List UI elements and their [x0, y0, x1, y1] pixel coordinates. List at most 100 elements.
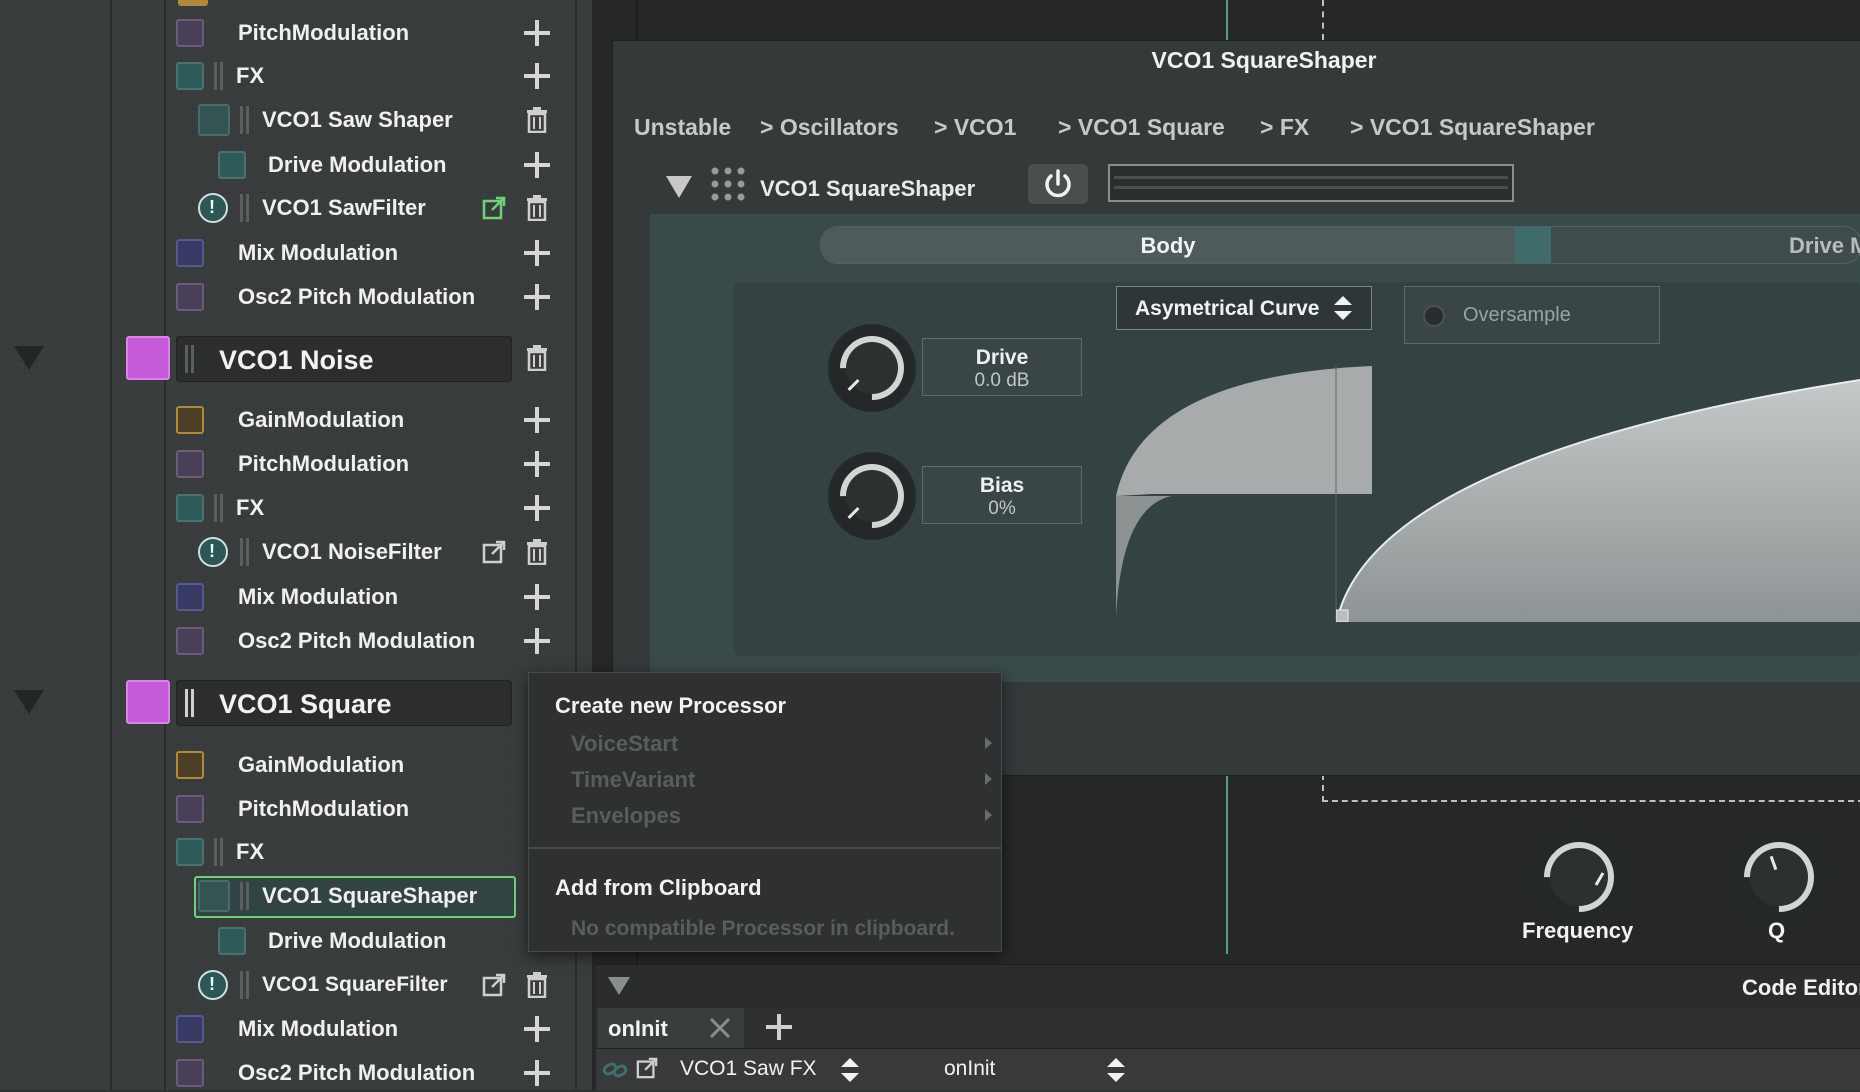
- trash-icon[interactable]: [526, 107, 548, 133]
- tree-row-vco1-squarefilter[interactable]: VCO1 SquareFilter: [198, 966, 448, 1004]
- breadcrumb-item[interactable]: > VCO1 SquareShaper: [1350, 114, 1595, 141]
- tree-row-vco1-noise[interactable]: VCO1 Noise: [176, 336, 512, 382]
- add-icon[interactable]: [522, 493, 552, 523]
- breadcrumb-item[interactable]: > VCO1 Square: [1058, 114, 1225, 141]
- collapse-arrow-icon[interactable]: [666, 176, 692, 198]
- tree-row-label: Mix Modulation: [238, 584, 399, 609]
- tree-row-vco1-square[interactable]: VCO1 Square: [176, 680, 512, 726]
- trash-icon[interactable]: [526, 195, 548, 221]
- add-icon[interactable]: [522, 405, 552, 435]
- tree-row-osc2-pitch-modulation[interactable]: Osc2 Pitch Modulation: [176, 278, 475, 316]
- drag-handle-icon[interactable]: [240, 106, 250, 134]
- tree-row-fx[interactable]: FX: [176, 57, 264, 95]
- menu-item-add-from-clipboard[interactable]: Add from Clipboard: [555, 875, 762, 901]
- tree-row-label: FX: [236, 839, 265, 864]
- curve-preview-large: [1336, 379, 1860, 622]
- drive-value-box[interactable]: Drive 0.0 dB: [922, 338, 1082, 396]
- tree-row-label: VCO1 SquareShaper: [262, 883, 478, 908]
- tree-row-pitch-modulation[interactable]: PitchModulation: [176, 445, 409, 483]
- drag-handle-icon[interactable]: [185, 689, 195, 717]
- trash-icon[interactable]: [526, 972, 548, 998]
- tree-row-vco1-saw-shaper[interactable]: VCO1 Saw Shaper: [198, 101, 453, 139]
- add-icon[interactable]: [522, 282, 552, 312]
- tab-drive-modulation[interactable]: Drive Mc: [1551, 227, 1860, 263]
- tree-row-vco1-squareshaper[interactable]: VCO1 SquareShaper: [198, 877, 477, 915]
- tree-row-drive-modulation[interactable]: Drive Modulation: [218, 922, 446, 960]
- drag-handle-icon[interactable]: [240, 538, 250, 566]
- tree-row-gain-modulation[interactable]: GainModulation: [176, 401, 404, 439]
- close-icon[interactable]: [708, 1016, 732, 1040]
- tree-row-mix-modulation[interactable]: Mix Modulation: [176, 1010, 398, 1048]
- breadcrumb-item[interactable]: Unstable: [634, 114, 731, 141]
- breadcrumb-item[interactable]: > Oscillators: [760, 114, 899, 141]
- menu-item-timevariant[interactable]: TimeVariant: [571, 767, 695, 793]
- tree-row-mix-modulation[interactable]: Mix Modulation: [176, 234, 398, 272]
- drive-knob[interactable]: [826, 322, 918, 414]
- code-tab-oninit[interactable]: onInit: [598, 1008, 744, 1048]
- code-editor: Code Editor onInit VCO1 Saw FX onInit: [596, 964, 1860, 1091]
- collapse-arrow-icon[interactable]: [14, 690, 44, 714]
- drag-handle-icon[interactable]: [240, 971, 250, 999]
- gain-modulation-icon: [176, 751, 204, 779]
- add-icon[interactable]: [522, 61, 552, 91]
- add-icon[interactable]: [522, 449, 552, 479]
- callback-select-value: onInit: [944, 1057, 996, 1080]
- add-icon[interactable]: [522, 18, 552, 48]
- drag-handle-icon[interactable]: [185, 345, 195, 373]
- menu-item-envelopes[interactable]: Envelopes: [571, 803, 681, 829]
- drag-handle-icon[interactable]: [214, 494, 224, 522]
- add-tab-icon[interactable]: [766, 1014, 792, 1040]
- dashed-border: [1322, 774, 1860, 802]
- tree-row-vco1-sawfilter[interactable]: VCO1 SawFilter: [198, 189, 426, 227]
- callback-select[interactable]: onInit: [936, 1049, 1136, 1091]
- popout-icon[interactable]: [482, 973, 506, 997]
- popout-icon[interactable]: [482, 540, 506, 564]
- curve-preview-small: [1116, 366, 1372, 622]
- oversample-toggle[interactable]: Oversample: [1404, 286, 1660, 344]
- tree-row-pitch-modulation[interactable]: PitchModulation: [176, 14, 409, 52]
- tree-row-mix-modulation[interactable]: Mix Modulation: [176, 578, 398, 616]
- tree-row-fx[interactable]: FX: [176, 833, 264, 871]
- curve-type-select[interactable]: Asymetrical Curve: [1116, 286, 1372, 330]
- fx-chain-icon: [176, 62, 204, 90]
- bias-knob[interactable]: [826, 450, 918, 542]
- bias-value-box[interactable]: Bias 0%: [922, 466, 1082, 524]
- popout-icon[interactable]: [636, 1057, 658, 1079]
- tree-row-pitch-modulation[interactable]: PitchModulation: [176, 790, 409, 828]
- add-icon[interactable]: [522, 626, 552, 656]
- q-knob[interactable]: [1729, 827, 1829, 927]
- tree-row-label: Osc2 Pitch Modulation: [238, 284, 476, 309]
- frequency-knob[interactable]: [1529, 827, 1629, 927]
- breadcrumb-item[interactable]: > FX: [1260, 114, 1309, 141]
- trash-icon[interactable]: [526, 539, 548, 565]
- menu-item-voicestart[interactable]: VoiceStart: [571, 731, 678, 757]
- bypass-button[interactable]: [1028, 164, 1088, 204]
- add-icon[interactable]: [522, 150, 552, 180]
- drag-grip-icon[interactable]: [710, 166, 746, 202]
- trash-icon[interactable]: [526, 345, 548, 371]
- tree-row-drive-modulation[interactable]: Drive Modulation: [218, 146, 446, 184]
- add-icon[interactable]: [522, 582, 552, 612]
- drag-handle-icon[interactable]: [214, 838, 224, 866]
- drag-handle-icon[interactable]: [214, 62, 224, 90]
- tree-row-vco1-noisefilter[interactable]: VCO1 NoiseFilter: [198, 533, 442, 571]
- processor-select[interactable]: VCO1 Saw FX: [670, 1049, 870, 1091]
- add-icon[interactable]: [522, 1058, 552, 1088]
- popout-icon[interactable]: [482, 196, 506, 220]
- drag-handle-icon[interactable]: [240, 882, 250, 910]
- tree-row-label: Mix Modulation: [238, 240, 399, 265]
- tab-body[interactable]: Body: [821, 227, 1515, 263]
- tree-row-osc2-pitch-modulation[interactable]: Osc2 Pitch Modulation: [176, 622, 475, 660]
- add-icon[interactable]: [522, 238, 552, 268]
- drag-handle-icon[interactable]: [240, 194, 250, 222]
- collapse-arrow-icon[interactable]: [14, 346, 44, 370]
- drive-modulation-icon: [218, 927, 246, 955]
- breadcrumb-item[interactable]: > VCO1: [934, 114, 1016, 141]
- tree-row-osc2-pitch-modulation[interactable]: Osc2 Pitch Modulation: [176, 1054, 475, 1092]
- collapse-arrow-icon[interactable]: [608, 977, 630, 995]
- add-icon[interactable]: [522, 1014, 552, 1044]
- tree-row-fx[interactable]: FX: [176, 489, 264, 527]
- tree-row-gain-modulation[interactable]: GainModulation: [176, 746, 404, 784]
- code-toolbar: VCO1 Saw FX onInit: [596, 1048, 1860, 1091]
- link-icon[interactable]: [602, 1057, 630, 1083]
